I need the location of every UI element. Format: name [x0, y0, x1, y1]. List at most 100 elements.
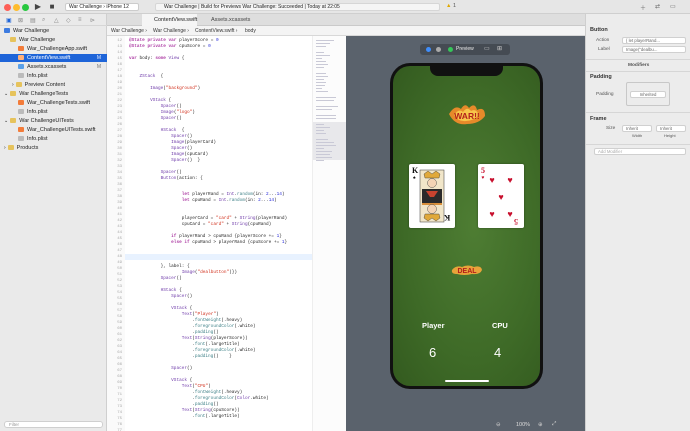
minimap-line	[316, 118, 336, 119]
navigator-item-file[interactable]: Info.plist	[0, 108, 107, 116]
navigator-item-file[interactable]: War_ChallengeUITests.swift	[0, 126, 107, 134]
swift-file-icon	[18, 55, 24, 60]
label-label: Label	[598, 47, 610, 52]
label-field[interactable]: Image("dealbu...	[622, 46, 686, 53]
scheme-selector[interactable]: War Challenge › iPhone 12	[65, 3, 139, 11]
code-line: Button(action: {	[160, 176, 203, 181]
zoom-out-icon[interactable]: ⊖	[496, 422, 501, 428]
navigator-item-file[interactable]: War_ChallengeApp.swift	[0, 45, 107, 53]
stop-icon[interactable]: ■	[47, 2, 57, 12]
debug-icon[interactable]: ≡	[78, 17, 82, 23]
navigator-item-group[interactable]: ⌄ War ChallengeTests	[0, 90, 107, 98]
zoom-in-icon[interactable]: ⊕	[538, 422, 543, 428]
cpu-score: 4	[494, 345, 502, 360]
minimap-line	[316, 64, 328, 65]
warning-icon: ▲	[446, 3, 452, 9]
code-line: else if cpuRand > playerRand {cpuScore +…	[171, 240, 288, 245]
minimap-line	[316, 109, 332, 110]
zoom-window-button[interactable]	[22, 4, 29, 11]
zoom-level[interactable]: 100%	[516, 422, 530, 428]
jumpbar-file[interactable]: ContentView.swift ›	[195, 26, 237, 36]
code-line: .font(.largeTitle)	[129, 414, 240, 419]
player-card-king-spades: K ♠ K	[409, 164, 455, 228]
disclosure-icon[interactable]: ›	[12, 82, 14, 88]
navigator-item-group[interactable]: › Products	[0, 144, 107, 152]
disclosure-icon[interactable]: ⌄	[4, 118, 8, 124]
disclosure-icon[interactable]: ›	[4, 145, 6, 151]
tab-assets[interactable]: Assets.xcassets	[199, 14, 259, 26]
minimap-line	[316, 73, 326, 74]
minimap-line	[316, 76, 328, 77]
source-editor[interactable]: 12 13 14 15 16 17 18 19 20 21 22 23 24 25 26 27 28 29 30 31…	[107, 36, 312, 431]
navigator-item-file[interactable]: War_ChallengeTests.swift	[0, 99, 107, 107]
preview-label: Preview	[456, 46, 474, 52]
close-window-button[interactable]	[4, 4, 11, 11]
live-preview-icon[interactable]	[426, 47, 431, 52]
breakpoint-icon[interactable]: ⊳	[90, 17, 95, 24]
card-rank-top: K	[412, 166, 419, 175]
test-icon[interactable]: ◇	[66, 17, 71, 24]
minimap-line	[316, 106, 338, 107]
jumpbar-symbol[interactable]: body	[245, 26, 256, 36]
duplicate-preview-icon[interactable]: ⊞	[497, 45, 502, 52]
minimap-line	[316, 43, 330, 44]
navigator-item-file[interactable]: Assets.xcassets M	[0, 63, 107, 71]
navigator-item-group[interactable]: ⌄ War ChallengeUITests	[0, 117, 107, 125]
five-card-face: 5 ♥ ♥ ♥ ♥ ♥ ♥ 5	[481, 166, 518, 226]
inspector-toggle-icon[interactable]: ▭	[670, 3, 676, 10]
padding-field[interactable]: Inherited	[630, 91, 666, 98]
size-label: Size	[606, 126, 616, 131]
height-field[interactable]: Inherit	[656, 125, 686, 132]
warning-badge[interactable]: ▲ 1	[446, 3, 456, 9]
preview-canvas: Preview ▭ ⊞ WAR!! K ♠ K 5 ♥ ♥ ♥ ♥ ♥ ♥ 5 …	[346, 36, 585, 431]
width-field[interactable]: Inherit	[622, 125, 652, 132]
home-indicator	[445, 380, 489, 382]
code-review-icon[interactable]: ⇄	[655, 3, 660, 10]
navigator-item-project[interactable]: War Challenge	[0, 27, 107, 35]
folder-icon[interactable]: ▣	[6, 17, 12, 24]
find-icon[interactable]: ⌕	[42, 17, 45, 24]
minimap-line	[316, 130, 324, 131]
minimap-line	[316, 127, 330, 128]
navigator-item-file-selected[interactable]: ContentView.swift M	[0, 54, 107, 62]
add-modifier-field[interactable]: Add Modifier	[594, 148, 686, 155]
heart-pip: ♥	[498, 192, 503, 202]
navigator-item-label: Info.plist	[27, 136, 48, 142]
navigator-item-group[interactable]: War Challenge	[0, 36, 107, 44]
jumpbar-group[interactable]: War Challenge ›	[153, 26, 189, 36]
issue-icon[interactable]: △	[54, 17, 59, 24]
navigator-item-file[interactable]: Info.plist	[0, 135, 107, 143]
device-icon[interactable]: ▭	[484, 45, 490, 52]
source-control-icon[interactable]: ⊠	[18, 17, 23, 24]
navigator-item-file[interactable]: Info.plist	[0, 72, 107, 80]
navigator-item-label: War_ChallengeApp.swift	[27, 46, 88, 52]
tab-contentview[interactable]: ContentView.swift	[142, 14, 197, 26]
device-name: iPhone 12	[106, 4, 129, 10]
player-score: 6	[429, 345, 437, 360]
navigator-item-label: Info.plist	[27, 109, 48, 115]
card-rank-bottom: 5	[514, 217, 518, 226]
disclosure-icon[interactable]: ⌄	[4, 91, 8, 97]
navigator-filter-field[interactable]: Filter	[4, 421, 103, 428]
width-caption: Width	[632, 133, 643, 138]
deal-button[interactable]: DEAL	[450, 264, 484, 276]
jumpbar-project[interactable]: War Challenge ›	[111, 26, 147, 36]
library-icon[interactable]: ＋	[640, 3, 646, 12]
minimap-line	[316, 142, 334, 143]
code-line: cpuCard = "card" + String(cpuRand)	[129, 222, 272, 227]
symbol-icon[interactable]: ▤	[30, 17, 36, 24]
plist-icon	[18, 73, 24, 78]
window-toolbar: ▶ ■ War Challenge › iPhone 12 War Challe…	[0, 0, 690, 14]
minimap-line	[316, 61, 326, 62]
navigator-item-label: War_ChallengeTests.swift	[27, 100, 91, 106]
iphone-preview: WAR!! K ♠ K 5 ♥ ♥ ♥ ♥ ♥ ♥ 5 DEAL Player …	[390, 63, 543, 389]
device-notch	[430, 66, 503, 76]
run-icon[interactable]: ▶	[33, 2, 43, 12]
preview-settings-icon[interactable]	[436, 47, 441, 52]
action-field[interactable]: { let playerRand...	[622, 37, 686, 44]
asset-catalog-icon	[18, 64, 24, 69]
navigator-item-group[interactable]: › Preview Content	[0, 81, 107, 89]
minimize-window-button[interactable]	[13, 4, 20, 11]
code-minimap[interactable]	[312, 36, 347, 431]
zoom-fit-icon[interactable]: ⤢	[552, 421, 556, 428]
